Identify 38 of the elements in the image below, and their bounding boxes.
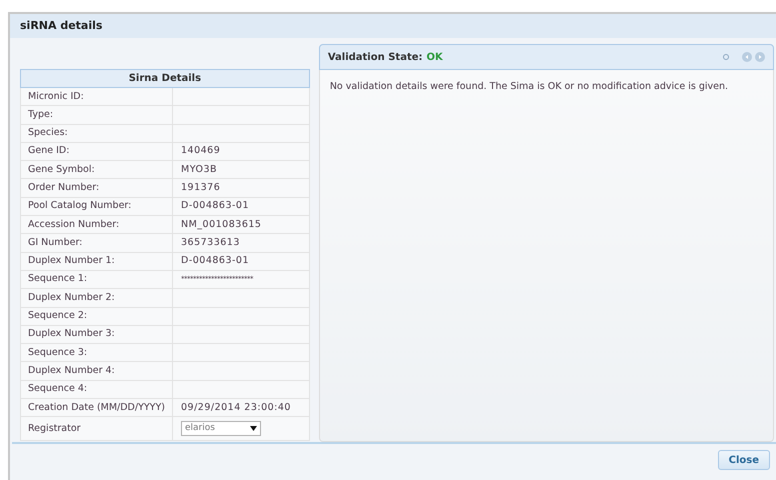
field-label: Sequence 4: bbox=[28, 383, 88, 394]
circle-icon[interactable] bbox=[722, 53, 730, 61]
field-value: D-004863-01 bbox=[181, 200, 250, 212]
field-value: MYO3B bbox=[181, 164, 218, 175]
field-label: Gene ID: bbox=[28, 145, 70, 156]
field-value: D-004863-01 bbox=[181, 255, 250, 266]
field-value: 140469 bbox=[181, 145, 220, 156]
field-label: Order Number: bbox=[28, 182, 100, 193]
field-label: Registrator bbox=[28, 422, 81, 434]
field-label: Pool Catalog Number: bbox=[28, 200, 132, 212]
field-label: Sequence 2: bbox=[28, 310, 88, 322]
caret-icon bbox=[250, 426, 257, 432]
field-label: Duplex Number 3: bbox=[28, 328, 115, 340]
field-label: GI Number: bbox=[28, 236, 82, 248]
validation-message: No validation details were found. The Sima is OK or no modification advice is given. bbox=[330, 80, 730, 94]
field-value: 09/29/2014 23:00:40 bbox=[181, 402, 291, 413]
field-label: Type: bbox=[28, 108, 54, 120]
field-label: Creation Date (MM/DD/YYYY) bbox=[28, 402, 165, 413]
field-label: Sequence 3: bbox=[28, 346, 88, 358]
field-value: 365733613 bbox=[181, 236, 240, 248]
field-label: Duplex Number 2: bbox=[28, 292, 115, 303]
previous-icon[interactable] bbox=[742, 52, 752, 62]
field-label: Sequence 1: bbox=[28, 273, 88, 284]
registrator-dropdown[interactable]: elarios bbox=[181, 421, 261, 436]
close-button[interactable]: Close bbox=[718, 450, 770, 470]
field-label: Accession Number: bbox=[28, 218, 120, 230]
field-value: NM_001083615 bbox=[181, 218, 262, 230]
field-value: 191376 bbox=[181, 182, 220, 193]
table-heading: Sirna Details bbox=[128, 72, 202, 84]
validation-state: OK bbox=[426, 50, 443, 64]
next-icon[interactable] bbox=[755, 52, 765, 62]
field-label: Duplex Number 1: bbox=[28, 255, 115, 266]
validation-label: Validation State: bbox=[328, 50, 423, 64]
field-label: Duplex Number 4: bbox=[28, 364, 115, 376]
field-label: Gene Symbol: bbox=[28, 164, 95, 175]
dialog-title: siRNA details bbox=[20, 18, 102, 34]
field-label: Species: bbox=[28, 127, 68, 138]
field-label: Micronic ID: bbox=[28, 90, 84, 102]
